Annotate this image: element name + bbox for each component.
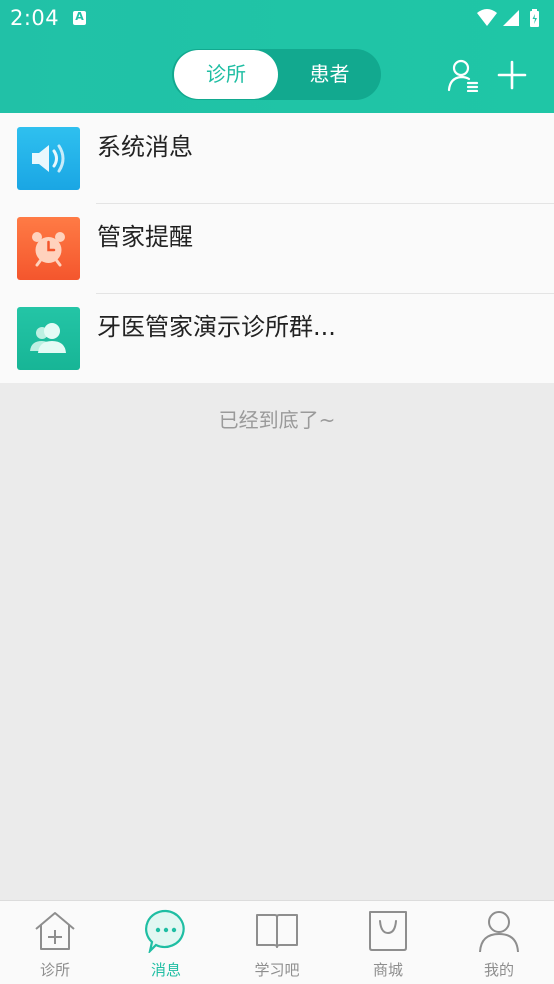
keyboard-notification-icon: A (73, 10, 86, 25)
bottom-tab-learn[interactable]: 学习吧 (222, 901, 332, 984)
message-item-group[interactable]: 牙医管家演示诊所群... (0, 293, 554, 383)
shopping-bag-icon (369, 911, 407, 951)
profile-icon (479, 911, 519, 953)
end-of-list-text: 已经到底了~ (218, 408, 336, 432)
tab-label: 我的 (483, 961, 514, 979)
clinic-house-icon (35, 912, 75, 950)
bottom-tab-me[interactable]: 我的 (444, 901, 554, 984)
book-icon (256, 914, 298, 948)
tab-patient[interactable]: 患者 (278, 49, 381, 100)
message-item-reminder[interactable]: 管家提醒 (0, 203, 554, 293)
tab-label: 商城 (372, 961, 403, 979)
bottom-tab-clinic[interactable]: 诊所 (0, 901, 110, 984)
bottom-tab-mall[interactable]: 商城 (333, 901, 443, 984)
status-icons (476, 8, 546, 28)
bottom-tab-bar: 诊所 消息 学习吧 商城 我的 (0, 900, 554, 984)
battery-icon (530, 9, 539, 27)
alarm-clock-icon (17, 217, 80, 280)
message-list: 系统消息 管家提醒 牙医管家演示诊所群... (0, 113, 554, 383)
speaker-icon (17, 127, 80, 190)
message-title: 系统消息 (97, 133, 193, 161)
bottom-tab-messages[interactable]: 消息 (111, 901, 221, 984)
group-icon (17, 307, 80, 370)
tab-clinic[interactable]: 诊所 (174, 50, 278, 99)
message-title: 牙医管家演示诊所群... (97, 313, 336, 341)
contacts-icon[interactable] (446, 58, 480, 93)
tab-label: 消息 (150, 961, 181, 979)
tab-label: 学习吧 (254, 961, 300, 979)
wifi-icon (477, 9, 497, 26)
message-title: 管家提醒 (97, 223, 193, 251)
app-screen: 2:04 A 诊所 患者 系统消息 管家提醒 牙医管家演示诊所群... 已经到底… (0, 0, 554, 984)
status-bar: 2:04 A (0, 0, 554, 36)
message-item-system[interactable]: 系统消息 (0, 113, 554, 203)
top-header: 2:04 A 诊所 患者 (0, 0, 554, 113)
status-time: 2:04 (10, 6, 60, 30)
clinic-patient-switch: 诊所 患者 (172, 49, 381, 100)
tab-label: 诊所 (39, 961, 70, 979)
signal-icon (503, 10, 519, 26)
chat-bubble-icon (145, 909, 185, 953)
add-icon[interactable] (495, 58, 529, 92)
